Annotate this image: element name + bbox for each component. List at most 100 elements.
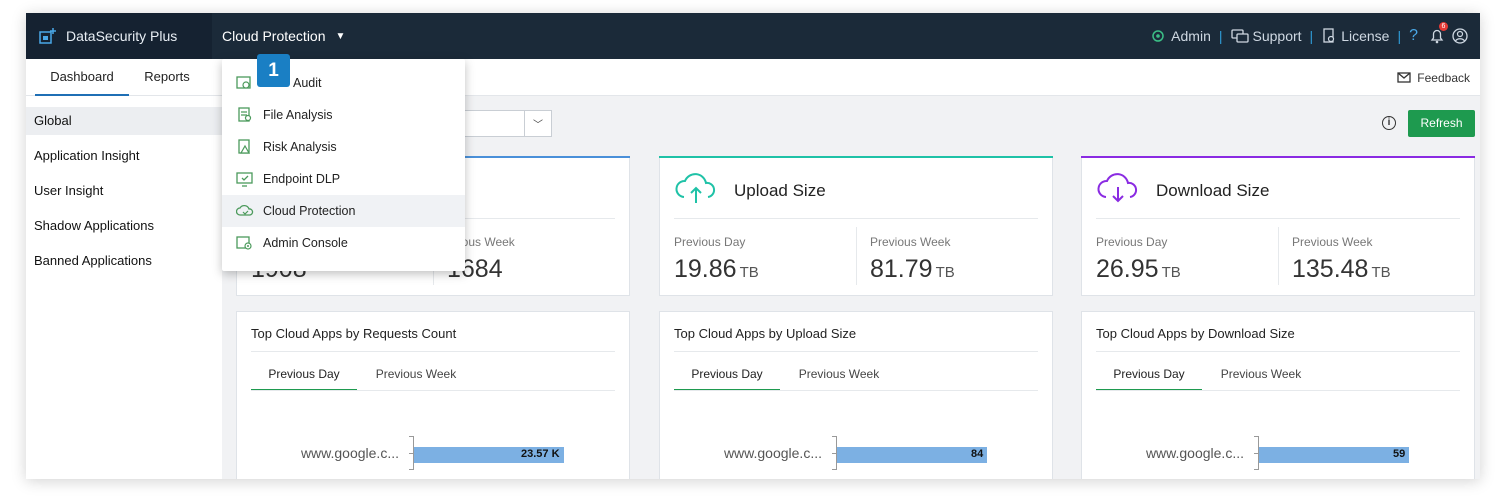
- week-label: Previous Week: [1292, 235, 1373, 249]
- file-analysis-icon: [238, 107, 252, 122]
- cloud-upload-icon: [675, 173, 716, 203]
- cloud-shield-icon: [236, 204, 254, 216]
- shield-lock-icon: [39, 28, 56, 44]
- sidebar-item-application-insight[interactable]: Application Insight: [26, 142, 222, 170]
- divider: [1278, 227, 1279, 285]
- chart-title: Top Cloud Apps by Upload Size: [674, 326, 857, 341]
- divider: [251, 351, 615, 352]
- user-avatar-icon[interactable]: [1452, 28, 1468, 44]
- license-label: License: [1341, 28, 1390, 44]
- brand[interactable]: DataSecurity Plus: [26, 13, 212, 59]
- tab-dashboard[interactable]: Dashboard: [35, 59, 129, 96]
- divider: [1096, 390, 1460, 391]
- menu-item-file-analysis[interactable]: File Analysis: [222, 99, 465, 131]
- menu-item-endpoint-dlp[interactable]: Endpoint DLP: [222, 163, 465, 195]
- divider: [674, 351, 1038, 352]
- info-icon[interactable]: i: [1382, 116, 1396, 130]
- module-label: Cloud Protection: [222, 28, 326, 44]
- menu-item-admin-console[interactable]: Admin Console: [222, 227, 465, 259]
- bar-value-label: 84: [971, 448, 984, 460]
- axis-tick: [1254, 436, 1258, 437]
- tab-previous-week[interactable]: Previous Week: [786, 367, 892, 391]
- week-number: 135.48: [1292, 255, 1369, 283]
- sidebar: Global Application Insight User Insight …: [26, 96, 222, 479]
- mail-icon: [1397, 72, 1411, 83]
- app-window: DataSecurity Plus Cloud Protection ▼ Adm…: [26, 13, 1480, 479]
- tab-reports[interactable]: Reports: [134, 59, 200, 96]
- brand-name: DataSecurity Plus: [66, 28, 178, 44]
- period-select[interactable]: ﹀: [463, 110, 552, 137]
- tab-previous-week[interactable]: Previous Week: [1208, 367, 1314, 391]
- divider: [674, 390, 1038, 391]
- week-unit: TB: [1371, 264, 1391, 281]
- tab-previous-day[interactable]: Previous Day: [674, 367, 780, 391]
- day-unit: TB: [1161, 264, 1181, 281]
- cloud-download-icon: [1097, 173, 1138, 203]
- tab-previous-day[interactable]: Previous Day: [1096, 367, 1202, 391]
- support-link[interactable]: Support: [1230, 28, 1302, 44]
- axis-tick: [409, 436, 413, 437]
- axis-tick: [1254, 469, 1258, 470]
- upload-chart-card: Top Cloud Apps by Upload Size Previous D…: [659, 311, 1053, 479]
- week-unit: TB: [935, 264, 955, 281]
- bar-value-label: 23.57 K: [521, 448, 560, 460]
- sidebar-item-user-insight[interactable]: User Insight: [26, 177, 222, 205]
- menu-item-risk-analysis[interactable]: Risk Analysis: [222, 131, 465, 163]
- tab-previous-day[interactable]: Previous Day: [251, 367, 357, 391]
- download-stat-card: Download Size Previous Day Previous Week…: [1081, 156, 1475, 296]
- axis-tick: [409, 469, 413, 470]
- header-links: Admin | Support | License | ? 6: [1149, 13, 1468, 59]
- module-switcher[interactable]: Cloud Protection ▼: [222, 13, 345, 59]
- bar[interactable]: [1259, 447, 1409, 463]
- license-link[interactable]: License: [1321, 28, 1389, 44]
- audit-icon: [236, 76, 251, 89]
- notification-count: 6: [1439, 22, 1448, 31]
- menu-item-label: Endpoint DLP: [263, 172, 341, 186]
- admin-console-icon: [236, 236, 252, 250]
- card-accent: [1081, 156, 1475, 158]
- divider: [1096, 351, 1460, 352]
- tab-previous-week[interactable]: Previous Week: [363, 367, 469, 391]
- axis-tick: [409, 453, 413, 454]
- chart-title: Top Cloud Apps by Requests Count: [251, 326, 457, 341]
- day-label: Previous Day: [1096, 235, 1168, 249]
- day-label: Previous Day: [674, 235, 746, 249]
- sidebar-item-banned-applications[interactable]: Banned Applications: [26, 247, 222, 275]
- menu-item-label: File Analysis: [263, 108, 333, 122]
- divider: |: [1309, 28, 1314, 44]
- week-label: Previous Week: [870, 235, 951, 249]
- bar[interactable]: [837, 447, 987, 463]
- card-title: Upload Size: [734, 181, 826, 200]
- admin-link[interactable]: Admin: [1149, 28, 1211, 44]
- sidebar-item-shadow-applications[interactable]: Shadow Applications: [26, 212, 222, 240]
- risk-analysis-icon: [238, 139, 251, 154]
- divider: [1096, 218, 1460, 219]
- week-value: 81.79 TB: [870, 255, 955, 284]
- step-number-badge: 1: [257, 54, 290, 87]
- license-doc-icon: [1323, 28, 1335, 43]
- sidebar-item-global[interactable]: Global: [26, 107, 222, 135]
- bar-value-label: 59: [1393, 448, 1406, 460]
- help-icon[interactable]: ?: [1409, 27, 1418, 45]
- day-value: 19.86 TB: [674, 255, 759, 284]
- divider: |: [1218, 28, 1223, 44]
- chevron-down-icon[interactable]: ﹀: [524, 111, 551, 136]
- card-title: Download Size: [1156, 181, 1270, 200]
- menu-item-label: Cloud Protection: [263, 204, 356, 218]
- download-chart-card: Top Cloud Apps by Download Size Previous…: [1081, 311, 1475, 479]
- feedback-link[interactable]: Feedback: [1397, 59, 1470, 96]
- divider: |: [1397, 28, 1402, 44]
- bar-category-label: www.google.c...: [723, 445, 822, 461]
- day-value: 26.95 TB: [1096, 255, 1181, 284]
- day-number: 26.95: [1096, 255, 1159, 283]
- day-unit: TB: [739, 264, 759, 281]
- bar-category-label: www.google.c...: [1145, 445, 1244, 461]
- day-number: 19.86: [674, 255, 737, 283]
- menu-item-cloud-protection[interactable]: Cloud Protection: [222, 195, 465, 227]
- refresh-button[interactable]: Refresh: [1408, 110, 1475, 137]
- requests-chart-card: Top Cloud Apps by Requests Count Previou…: [236, 311, 630, 479]
- feedback-label: Feedback: [1417, 70, 1470, 85]
- notifications-bell[interactable]: 6: [1430, 22, 1448, 44]
- top-bar: DataSecurity Plus Cloud Protection ▼ Adm…: [26, 13, 1480, 59]
- card-accent: [659, 156, 1053, 158]
